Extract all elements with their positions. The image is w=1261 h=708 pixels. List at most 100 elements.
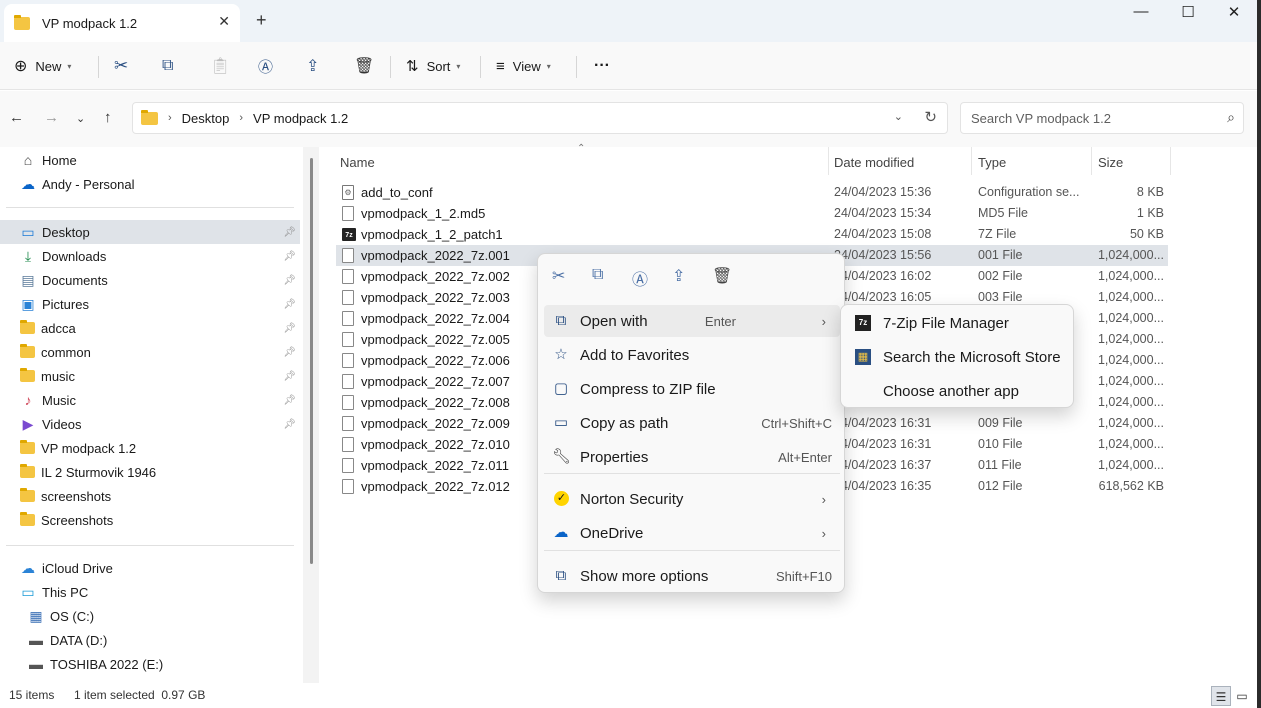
column-header-name[interactable]: Name [340,155,375,170]
sidebar-item-downloads[interactable]: ⤓ Downloads 📌︎ [0,244,300,268]
submenu-item-search-the-microsoft-store[interactable]: ▦ Search the Microsoft Store [847,341,1069,373]
delete-icon[interactable]: 🗑︎ [712,266,732,286]
sidebar-item-screenshots[interactable]: Screenshots [0,508,300,532]
folder-icon [20,464,35,478]
rename-button[interactable]: Ⓐ [258,54,273,78]
copy-icon[interactable]: ⧉ [592,266,603,284]
share-button[interactable]: ⇪ [306,54,319,78]
sort-label: Sort [426,58,451,74]
forward-button[interactable]: → [44,109,59,126]
refresh-icon[interactable]: ↻ [924,108,937,126]
file-date: 24/04/2023 15:08 [834,227,932,241]
sidebar-item-pictures[interactable]: ▣ Pictures 📌︎ [0,292,300,316]
copy-button[interactable]: ⧉ [162,54,173,78]
menu-item-add-to-favorites[interactable]: ☆ Add to Favorites [544,339,840,371]
new-button[interactable]: ⊕ New ▾ [14,54,71,78]
toolbar-divider [390,56,391,78]
view-button[interactable]: ≡ View ▾ [496,54,551,78]
rename-icon[interactable]: Ⓐ [632,266,648,290]
column-header-date[interactable]: Date modified [834,155,914,170]
breadcrumb-desktop[interactable]: Desktop [182,111,230,126]
more-button[interactable]: ··· [594,54,610,78]
column-header-size[interactable]: Size [1098,155,1123,170]
sidebar-item-os-c[interactable]: ▦ OS (C:) [0,604,300,628]
column-header-type[interactable]: Type [978,155,1006,170]
menu-item-shortcut: Alt+Enter [778,449,832,465]
address-row: ← → ⌄ ↑ › Desktop › VP modpack 1.2 ⌄ ↻ S… [0,91,1257,147]
navigation-pane: ⌂ Home ☁ Andy - Personal ▭ Desktop 📌︎ ⤓ Download… [0,147,318,683]
menu-item-norton-security[interactable]: ✓ Norton Security › [544,483,840,515]
menu-item-copy-as-path[interactable]: ▭ Copy as path Ctrl+Shift+C [544,407,840,439]
tab-close-button[interactable]: ✕ [218,13,230,30]
column-divider[interactable] [1091,147,1092,175]
file-date: 24/04/2023 15:56 [834,248,932,262]
share-icon[interactable]: ⇪ [672,266,685,286]
tiles-view-button[interactable]: ▭ [1232,686,1252,706]
delete-button[interactable]: 🗑︎ [354,54,374,78]
close-button[interactable]: ✕ [1211,3,1257,21]
sidebar-item-this-pc[interactable]: ▭ This PC [0,580,300,604]
sidebar-item-vp-modpack-1-2[interactable]: VP modpack 1.2 [0,436,300,460]
menu-item-show-more-options[interactable]: ⧉ Show more options Shift+F10 [544,560,840,592]
file-row[interactable]: 7z vpmodpack_1_2_patch1 24/04/2023 15:08 7Z… [336,224,1168,245]
breadcrumb-current-folder[interactable]: VP modpack 1.2 [253,111,348,126]
sidebar-item-home[interactable]: ⌂ Home [0,148,300,172]
up-button[interactable]: ↑ [104,109,112,126]
column-divider[interactable] [971,147,972,175]
chevron-right-icon: › [168,112,172,124]
sidebar-item-label: IL 2 Sturmovik 1946 [41,464,157,480]
sidebar-item-adcca[interactable]: adcca 📌︎ [0,316,300,340]
sidebar-item-label: Home [42,152,77,168]
menu-item-shortcut: Shift+F10 [775,568,832,584]
sort-button[interactable]: ⇅ Sort ▾ [406,54,460,78]
more-options-icon: ⧉ [555,567,567,584]
icloud-icon: ☁ [21,560,35,576]
menu-item-compress-to-zip-file[interactable]: ▢ Compress to ZIP file [544,373,840,405]
maximize-button[interactable]: ☐ [1165,3,1211,21]
sidebar-item-music[interactable]: music 📌︎ [0,364,300,388]
sidebar-item-label: Andy - Personal [42,176,135,192]
sidebar-item-label: VP modpack 1.2 [41,440,137,456]
file-row[interactable]: ⚙ add_to_conf 24/04/2023 15:36 Configuratio… [336,182,1168,203]
back-button[interactable]: ← [9,109,24,126]
sidebar-item-il-2-sturmovik-1946[interactable]: IL 2 Sturmovik 1946 [0,460,300,484]
chevron-down-icon[interactable]: ⌄ [894,110,903,123]
chevron-down-icon: ▾ [67,61,72,71]
recent-locations-button[interactable]: ⌄ [76,112,85,125]
column-divider[interactable] [828,147,829,175]
chevron-right-icon: › [821,525,826,541]
sidebar-item-icloud-drive[interactable]: ☁ iCloud Drive [0,556,300,580]
minimize-button[interactable]: — [1118,3,1164,20]
menu-item-onedrive[interactable]: ☁ OneDrive › [544,517,840,549]
cut-button[interactable]: ✂ [114,54,128,78]
address-bar[interactable]: › Desktop › VP modpack 1.2 ⌄ ↻ [132,102,948,134]
sidebar-item-music[interactable]: ♪ Music 📌︎ [0,388,300,412]
folder-icon [20,344,35,358]
cut-icon[interactable]: ✂ [552,266,565,286]
sidebar-item-documents[interactable]: ▤ Documents 📌︎ [0,268,300,292]
new-tab-button[interactable]: + [256,10,267,31]
sidebar-item-common[interactable]: common 📌︎ [0,340,300,364]
sidebar-item-screenshots[interactable]: screenshots [0,484,300,508]
menu-item-properties[interactable]: 🔧︎ Properties Alt+Enter [544,441,840,473]
search-input[interactable]: Search VP modpack 1.2 ⌕ [960,102,1244,134]
pictures-icon: ▣ [21,296,35,312]
file-type: 009 File [978,416,1023,430]
sidebar-item-andy-personal[interactable]: ☁ Andy - Personal [0,172,300,196]
sidebar-item-data-d[interactable]: ▬ DATA (D:) [0,628,300,652]
sidebar-item-desktop[interactable]: ▭ Desktop 📌︎ [0,220,300,244]
file-row[interactable]: vpmodpack_1_2.md5 24/04/2023 15:34 MD5 Fil… [336,203,1168,224]
sidebar-item-label: Screenshots [41,512,114,528]
paste-button[interactable]: 📋︎ [210,54,230,78]
details-view-button[interactable]: ☰ [1211,686,1231,706]
menu-item-open-with[interactable]: ⧉ Open with Enter › [544,305,840,337]
navigation-scrollbar[interactable] [310,158,313,564]
submenu-item-choose-another-app[interactable]: Choose another app [847,375,1069,407]
sidebar-item-videos[interactable]: ▶ Videos 📌︎ [0,412,300,436]
submenu-item-7-zip-file-manager[interactable]: 7z 7-Zip File Manager [847,307,1069,339]
tab-vp-modpack[interactable]: VP modpack 1.2 ✕ [4,4,240,42]
file-name: vpmodpack_2022_7z.007 [361,374,510,389]
column-divider[interactable] [1170,147,1171,175]
sidebar-item-toshiba-2022-e[interactable]: ▬ TOSHIBA 2022 (E:) [0,652,300,676]
menu-item-label: Open with [580,312,648,330]
